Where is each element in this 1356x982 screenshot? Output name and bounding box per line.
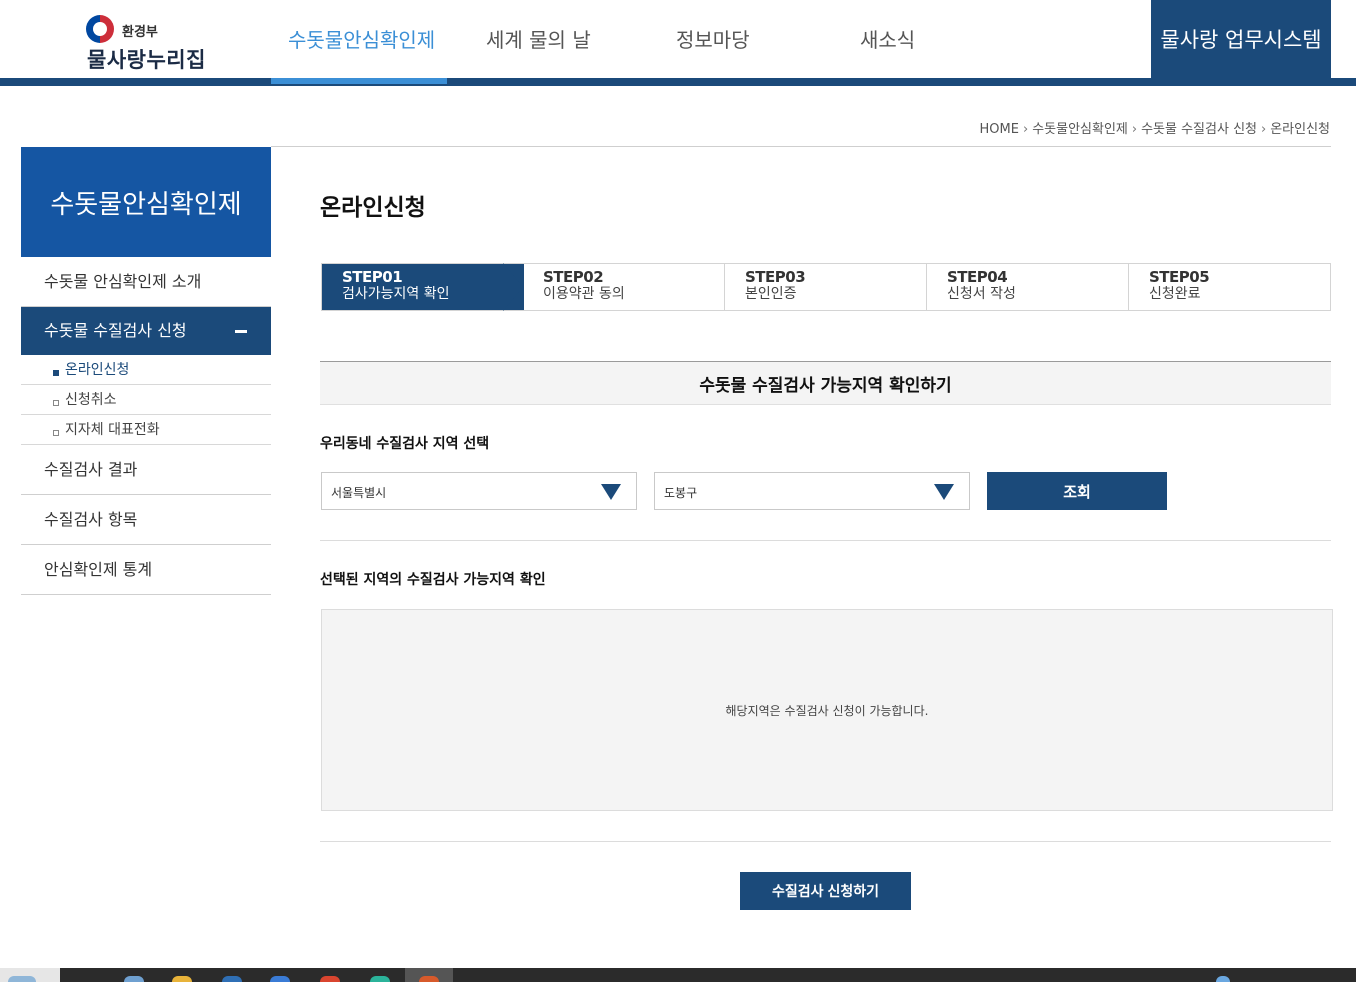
step-number: STEP02 xyxy=(543,268,604,286)
start-icon[interactable] xyxy=(8,976,36,982)
government-emblem-icon xyxy=(86,15,114,43)
nav-active-indicator xyxy=(271,78,447,84)
sidebar-item-intro[interactable]: 수돗물 안심확인제 소개 xyxy=(21,257,271,307)
sidebar-item-label: 수질검사 항목 xyxy=(44,510,138,529)
step-number: STEP03 xyxy=(745,268,806,286)
breadcrumb-current: 온라인신청 xyxy=(1270,122,1330,137)
apply-water-test-button[interactable]: 수질검사 신청하기 xyxy=(740,872,911,910)
step-name: 본인인증 xyxy=(745,286,797,302)
taskbar-app-icon[interactable] xyxy=(320,976,340,982)
chevron-right-icon: › xyxy=(1260,122,1267,137)
os-taskbar xyxy=(0,968,1356,982)
result-label: 선택된 지역의 수질검사 가능지역 확인 xyxy=(320,572,546,588)
tray-icon[interactable] xyxy=(1216,976,1230,982)
taskbar-app-icon[interactable] xyxy=(124,976,144,982)
sidebar-submenu: 온라인신청 신청취소 지자체 대표전화 xyxy=(21,355,271,445)
taskbar-app-icon[interactable] xyxy=(270,976,290,982)
step-name: 신청서 작성 xyxy=(947,286,1016,302)
step-5: STEP05 신청완료 xyxy=(1128,264,1330,310)
breadcrumb-water-test-apply[interactable]: 수돗물 수질검사 신청 xyxy=(1141,122,1257,137)
sidebar-subitem-local-phone[interactable]: 지자체 대표전화 xyxy=(21,415,271,445)
search-button[interactable]: 조회 xyxy=(987,472,1167,510)
dropdown-triangle-icon xyxy=(601,484,621,500)
taskbar-search-area[interactable] xyxy=(0,968,60,982)
step-4: STEP04 신청서 작성 xyxy=(926,264,1128,310)
sidebar-item-statistics[interactable]: 안심확인제 통계 xyxy=(21,545,271,595)
breadcrumb-safe-tap-water[interactable]: 수돗물안심확인제 xyxy=(1032,122,1128,137)
nav-item-world-water-day[interactable]: 세계 물의 날 xyxy=(486,24,591,53)
district-select[interactable]: 도봉구 xyxy=(654,472,970,510)
breadcrumb: HOME › 수돗물안심확인제 › 수돗물 수질검사 신청 › 온라인신청 xyxy=(980,118,1330,137)
step-name: 이용약관 동의 xyxy=(543,286,625,302)
sidebar-subitem-label: 신청취소 xyxy=(65,392,117,408)
step-indicator: STEP01 검사가능지역 확인 STEP02 이용약관 동의 STEP03 본… xyxy=(321,263,1331,311)
section-divider xyxy=(320,841,1331,842)
step-name: 신청완료 xyxy=(1149,286,1201,302)
sidebar-item-label: 수질검사 결과 xyxy=(44,460,138,479)
step-1: STEP01 검사가능지역 확인 xyxy=(322,263,524,311)
sidebar-item-test-results[interactable]: 수질검사 결과 xyxy=(21,445,271,495)
taskbar-app-icon[interactable] xyxy=(222,976,242,982)
sidebar-subitem-label: 지자체 대표전화 xyxy=(65,422,160,438)
page-title: 온라인신청 xyxy=(320,195,426,221)
sidebar-menu: 수돗물 안심확인제 소개 수돗물 수질검사 신청 온라인신청 신청취소 지자체 … xyxy=(21,257,271,595)
folder-icon[interactable] xyxy=(172,976,192,982)
taskbar-app-icon[interactable] xyxy=(370,976,390,982)
step-number: STEP01 xyxy=(342,268,403,286)
taskbar-active-app[interactable] xyxy=(405,968,453,982)
sidebar-item-label: 안심확인제 통계 xyxy=(44,560,153,579)
sidebar-subitem-online-apply[interactable]: 온라인신청 xyxy=(21,355,271,385)
section-divider xyxy=(320,540,1331,541)
header-divider xyxy=(0,78,1356,86)
result-box: 해당지역은 수질검사 신청이 가능합니다. xyxy=(321,609,1333,811)
city-select[interactable]: 서울특별시 xyxy=(321,472,637,510)
sidebar-item-test-items[interactable]: 수질검사 항목 xyxy=(21,495,271,545)
section-title: 수돗물 수질검사 가능지역 확인하기 xyxy=(320,361,1331,405)
step-arrow-icon xyxy=(503,263,523,311)
site-name: 물사랑누리집 xyxy=(87,48,206,72)
breadcrumb-home[interactable]: HOME xyxy=(980,122,1019,137)
site-logo[interactable]: 환경부 물사랑누리집 xyxy=(86,14,226,72)
district-select-value: 도봉구 xyxy=(664,486,698,500)
sidebar-subitem-label: 온라인신청 xyxy=(65,362,130,378)
step-name: 검사가능지역 확인 xyxy=(342,286,450,302)
nav-item-news[interactable]: 새소식 xyxy=(860,24,915,53)
dropdown-triangle-icon xyxy=(934,484,954,500)
city-select-value: 서울특별시 xyxy=(331,486,387,500)
chevron-right-icon: › xyxy=(1131,122,1138,137)
sidebar-item-water-test-apply[interactable]: 수돗물 수질검사 신청 xyxy=(21,307,271,355)
step-number: STEP05 xyxy=(1149,268,1210,286)
result-message: 해당지역은 수질검사 신청이 가능합니다. xyxy=(725,703,929,718)
business-system-button[interactable]: 물사랑 업무시스템 xyxy=(1151,0,1331,78)
step-3: STEP03 본인인증 xyxy=(724,264,926,310)
breadcrumb-divider xyxy=(271,146,1331,147)
step-number: STEP04 xyxy=(947,268,1008,286)
ministry-name: 환경부 xyxy=(122,25,158,40)
site-header: 환경부 물사랑누리집 수돗물안심확인제 세계 물의 날 정보마당 새소식 물사랑… xyxy=(0,0,1356,86)
sidebar-title: 수돗물안심확인제 xyxy=(21,147,271,257)
nav-item-safe-tap-water[interactable]: 수돗물안심확인제 xyxy=(288,24,435,53)
step-2: STEP02 이용약관 동의 xyxy=(523,264,725,310)
nav-item-info[interactable]: 정보마당 xyxy=(676,24,750,53)
sidebar-subitem-cancel[interactable]: 신청취소 xyxy=(21,385,271,415)
sidebar-item-label: 수돗물 수질검사 신청 xyxy=(44,321,187,340)
taskbar-app-icon xyxy=(419,976,439,982)
collapse-minus-icon[interactable] xyxy=(235,330,247,333)
sidebar-item-label: 수돗물 안심확인제 소개 xyxy=(44,272,202,291)
chevron-right-icon: › xyxy=(1022,122,1029,137)
region-select-label: 우리동네 수질검사 지역 선택 xyxy=(320,436,490,452)
